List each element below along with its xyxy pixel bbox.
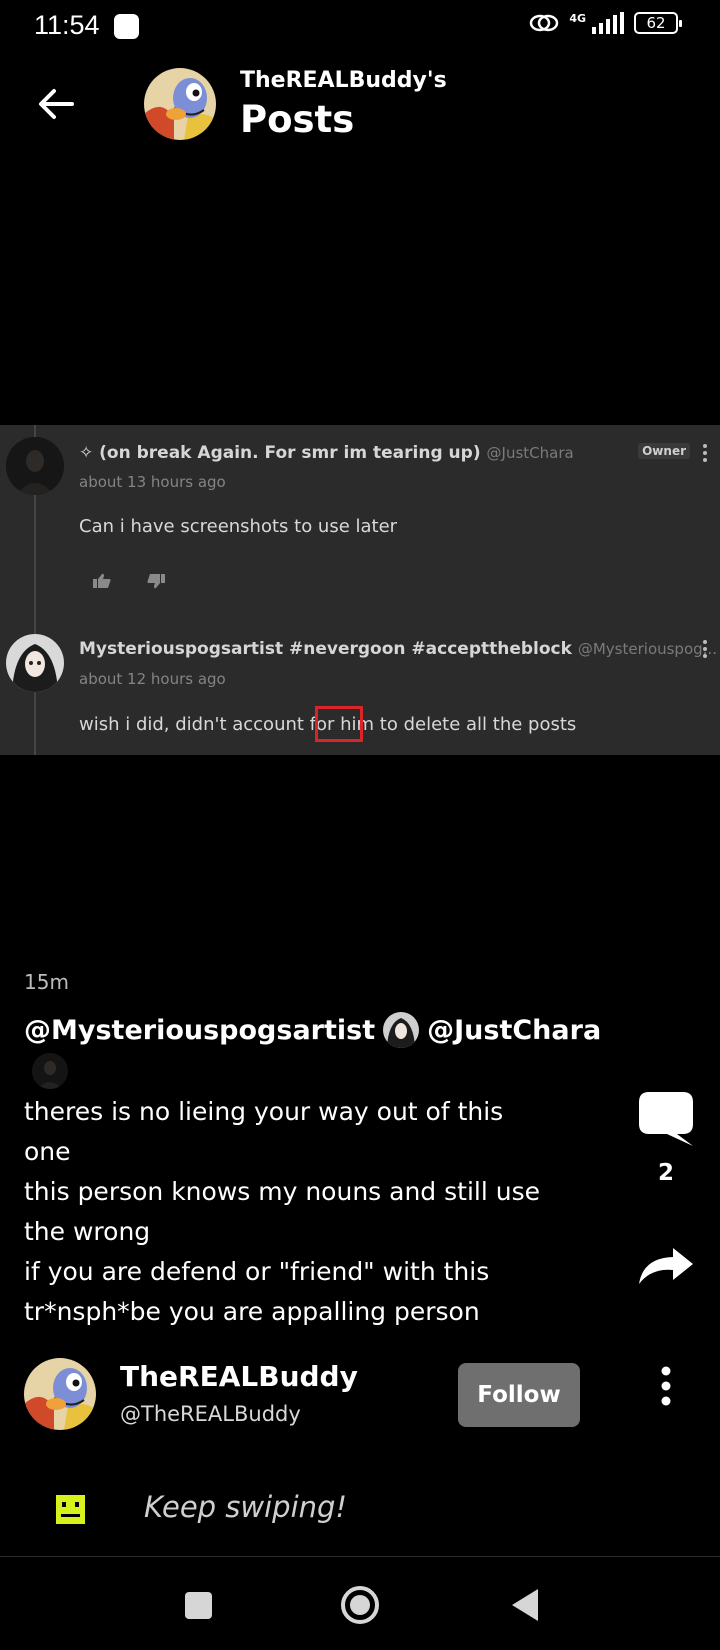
notification-icon: [114, 14, 139, 39]
comment-menu-icon: [703, 444, 707, 462]
profile-avatar[interactable]: [144, 68, 216, 140]
comment-author-name: Mysteriouspogsartist #nevergoon #acceptt…: [79, 639, 572, 659]
navigation-bar: [0, 1557, 720, 1650]
comment-icon[interactable]: [637, 1090, 695, 1148]
comment-author-name: ✧ (on break Again. For smr im tearing up…: [79, 443, 481, 463]
comment-text: Can i have screenshots to use later: [79, 516, 398, 537]
post-time: 15m: [24, 970, 69, 994]
thumbs-up-icon: [93, 573, 111, 588]
mention-avatar: [383, 1012, 420, 1048]
status-icons: 4G 62: [529, 11, 682, 34]
highlight-box: [315, 706, 363, 742]
post-body: theres is no lieing your way out of this…: [24, 1092, 584, 1332]
post-text-line: this person knows my nouns and still use: [24, 1177, 540, 1206]
mention-avatar: [32, 1053, 68, 1089]
swipe-hint-text: Keep swiping!: [144, 1490, 348, 1524]
post-image[interactable]: ✧ (on break Again. For smr im tearing up…: [0, 425, 720, 755]
post-text-line: theres is no lieing your way out of this: [24, 1097, 504, 1126]
home-icon[interactable]: [340, 1585, 380, 1625]
comment-time: about 13 hours ago: [79, 473, 226, 491]
comment-handle: @JustChara: [486, 444, 574, 462]
network-type: 4G: [569, 11, 586, 25]
comment-author: ✧ (on break Again. For smr im tearing up…: [79, 443, 574, 463]
battery-icon: 62: [634, 12, 682, 34]
post-text-line: one: [24, 1137, 71, 1166]
author-name[interactable]: TheREALBuddy: [120, 1360, 358, 1393]
comment-author: Mysteriouspogsartist #nevergoon #acceptt…: [79, 639, 717, 659]
mention-link[interactable]: @Mysteriouspogsartist: [24, 1015, 375, 1046]
post-text-line: if you are defend or "friend" with this: [24, 1257, 490, 1286]
comment-menu-icon: [703, 640, 707, 658]
share-icon[interactable]: [637, 1246, 695, 1286]
page-title: Posts: [240, 98, 355, 141]
hotspot-icon: [530, 14, 559, 32]
header-subtitle: TheREALBuddy's: [240, 68, 447, 93]
author-avatar[interactable]: [24, 1358, 96, 1430]
comment-handle: @Mysteriouspog...: [577, 640, 717, 658]
status-time: 11:54: [34, 10, 100, 40]
more-options-icon[interactable]: [654, 1366, 678, 1406]
comment-avatar: [6, 634, 64, 692]
owner-badge: Owner: [638, 443, 690, 459]
thumbs-down-icon: [147, 574, 165, 589]
recent-apps-icon[interactable]: [178, 1585, 218, 1625]
comment-time: about 12 hours ago: [79, 670, 226, 688]
back-arrow-icon[interactable]: [34, 82, 78, 126]
status-bar: 11:54 4G 62: [0, 0, 720, 54]
post-text-line: the wrong: [24, 1217, 151, 1246]
signal-icon: [592, 12, 624, 34]
mention-link[interactable]: @JustChara: [427, 1015, 601, 1046]
mentions: @Mysteriouspogsartist @JustChara: [24, 1012, 601, 1048]
post-text-line: tr*nsph*be you are appalling person: [24, 1297, 480, 1326]
back-nav-icon[interactable]: [506, 1585, 546, 1625]
author-handle: @TheREALBuddy: [120, 1402, 301, 1426]
comment-count: 2: [657, 1160, 674, 1186]
comment-avatar: [6, 437, 64, 495]
follow-button[interactable]: Follow: [458, 1363, 580, 1427]
swipe-hint-icon: [56, 1495, 85, 1524]
